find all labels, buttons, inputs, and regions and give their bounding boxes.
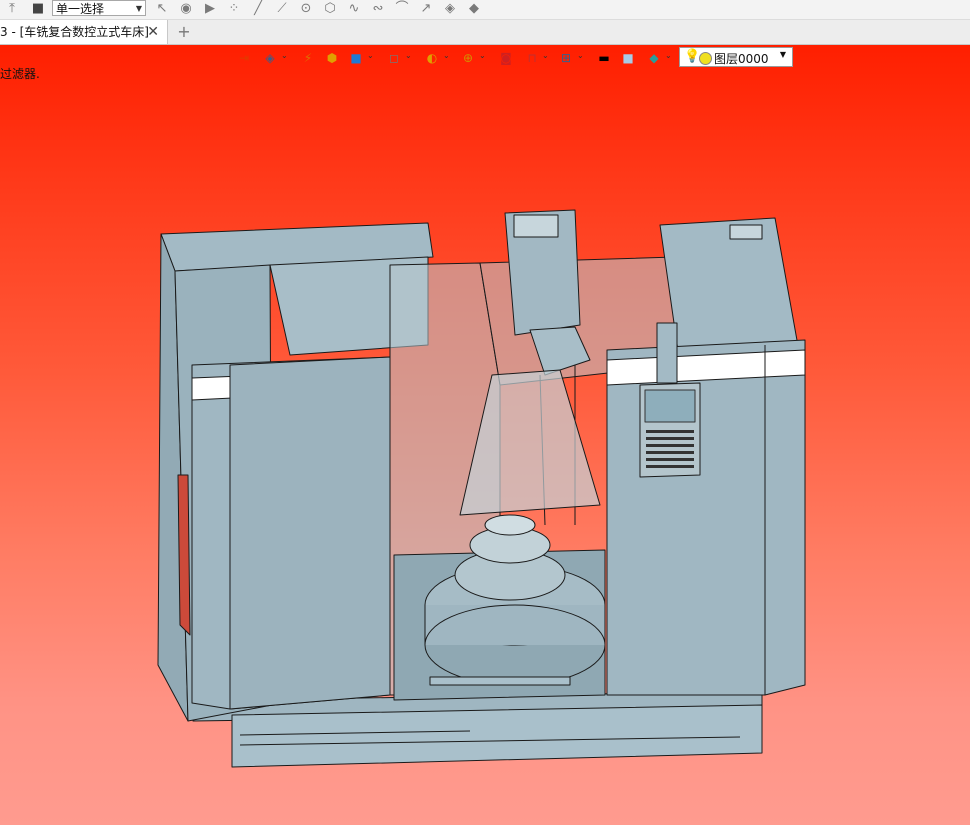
circle-icon[interactable]: ⊙	[298, 1, 314, 17]
play-icon[interactable]: ▶	[202, 1, 218, 17]
selection-mode-value: 单一选择	[56, 2, 105, 16]
top-toolbar: ⤒ ■ 单一选择 ▼ ↖ ◉ ▶ ⁘ ╱ ⟋ ⊙ ⬡ ∿ ∾ ⌒ ↗ ◈ ◆	[0, 0, 970, 20]
stop-icon[interactable]: ■	[30, 1, 46, 17]
cad-icon[interactable]: ◈	[442, 1, 458, 17]
selection-mode-dropdown[interactable]: 单一选择 ▼	[52, 0, 146, 16]
machine-base-front	[231, 704, 763, 768]
close-icon[interactable]: ✕	[147, 20, 159, 44]
left-door-recess	[177, 474, 191, 636]
pendant-screen	[644, 389, 696, 423]
right-front-door	[606, 339, 806, 696]
new-tab-button[interactable]: +	[176, 20, 192, 44]
curve-icon[interactable]: ∾	[370, 1, 386, 17]
polygon-icon[interactable]: ⬡	[322, 1, 338, 17]
layers-icon[interactable]: ◆	[466, 1, 482, 17]
help-icon[interactable]: ⤒	[4, 1, 20, 17]
spline-icon[interactable]: ∿	[346, 1, 362, 17]
line2-icon[interactable]: ⟋	[274, 1, 290, 17]
left-door-panel	[229, 356, 391, 710]
vector-icon[interactable]: ↗	[418, 1, 434, 17]
line-icon[interactable]: ╱	[250, 1, 266, 17]
cad-model-lathe[interactable]	[0, 45, 970, 825]
3d-viewport[interactable]: 过滤器. ⇥ ◈ ⌄ ⚡ ⬢ ■ ⌄ ◻ ⌄ ◐ ⌄ ⊕ ⌄ ◙ ⊓ ⌄ ⊞ ⌄…	[0, 45, 970, 825]
document-tab-label: 3 - [车铣复合数控立式车床]	[0, 25, 149, 39]
select-face-icon[interactable]: ◉	[178, 1, 194, 17]
select-arrow-icon[interactable]: ↖	[154, 1, 170, 17]
points-icon[interactable]: ⁘	[226, 1, 242, 17]
arc-icon[interactable]: ⌒	[394, 1, 410, 17]
document-tab[interactable]: 3 - [车铣复合数控立式车床] ✕	[0, 20, 168, 44]
chevron-down-icon: ▼	[135, 4, 142, 13]
document-tab-bar: 3 - [车铣复合数控立式车床] ✕ +	[0, 20, 970, 45]
